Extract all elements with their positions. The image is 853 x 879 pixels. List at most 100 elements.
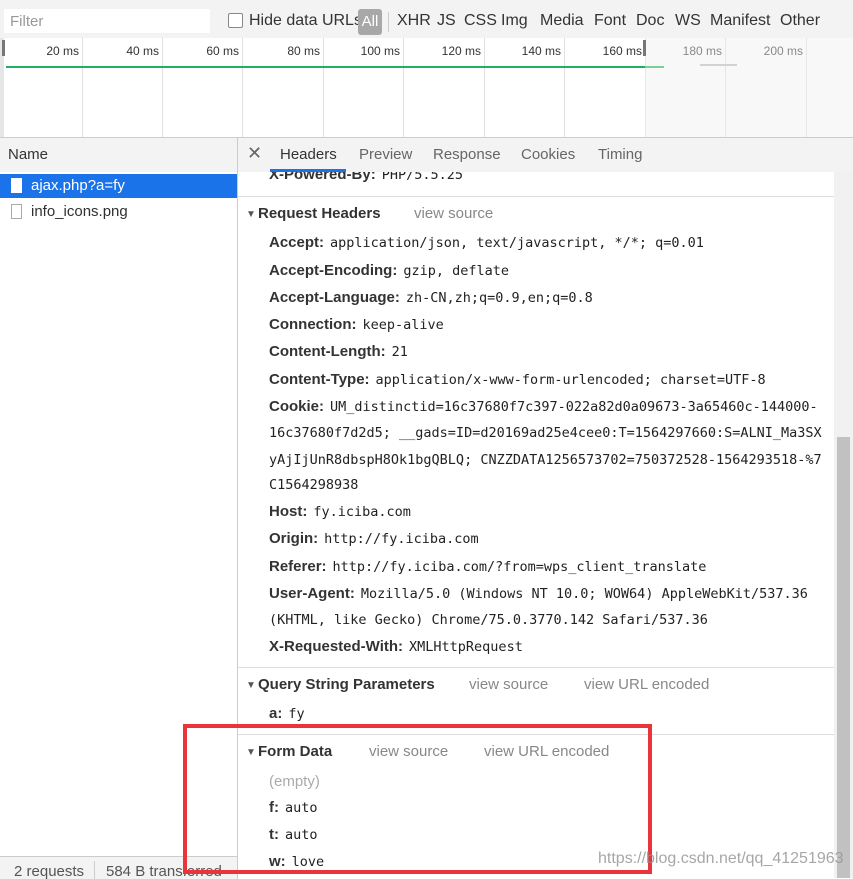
filter-manifest-button[interactable]: Manifest: [710, 12, 770, 30]
filter-doc-button[interactable]: Doc: [636, 12, 664, 30]
request-header-row: Accept-Language: zh-CN,zh;q=0.9,en;q=0.8: [269, 289, 593, 306]
user-agent-continuation: (KHTML, like Gecko) Chrome/75.0.3770.142…: [269, 612, 708, 628]
request-row-info-icons[interactable]: info_icons.png: [0, 200, 237, 224]
header-value: UM_distinctid=16c37680f7c397-022a82d0a09…: [330, 399, 818, 415]
timeline-unselected-region: [645, 38, 853, 137]
section-title: Request Headers: [258, 205, 381, 222]
tab-response[interactable]: Response: [433, 146, 501, 163]
filter-ws-button[interactable]: WS: [675, 12, 701, 30]
watermark: https://blog.csdn.net/qq_41251963: [598, 850, 844, 867]
header-value: XMLHttpRequest: [409, 639, 523, 655]
filter-media-button[interactable]: Media: [540, 12, 584, 30]
view-source-link[interactable]: view source: [469, 676, 548, 693]
header-key: User-Agent:: [269, 585, 355, 602]
timeline-right-handle[interactable]: [643, 40, 646, 56]
query-param-row: a: fy: [269, 705, 305, 722]
filter-css-button[interactable]: CSS: [464, 12, 497, 30]
scrollbar-thumb[interactable]: [837, 437, 850, 878]
timeline-tick-label: 100 ms: [360, 44, 400, 58]
header-value: PHP/5.5.25: [381, 172, 463, 183]
tab-timing[interactable]: Timing: [598, 146, 642, 163]
header-key: Cookie:: [269, 398, 325, 415]
toolbar-divider: [388, 12, 389, 32]
header-key: Content-Length:: [269, 343, 386, 360]
header-key: Accept-Language:: [269, 289, 400, 306]
timeline-gridline: [82, 38, 83, 137]
tab-headers[interactable]: Headers: [280, 146, 337, 163]
header-value: application/x-www-form-urlencoded; chars…: [375, 372, 766, 388]
request-header-row: Accept: application/json, text/javascript…: [269, 234, 704, 251]
timeline-gridline: [564, 38, 565, 137]
request-row-ajax[interactable]: ajax.php?a=fy: [0, 174, 237, 198]
header-value: gzip, deflate: [403, 263, 510, 279]
request-header-row: Origin: http://fy.iciba.com: [269, 530, 479, 547]
header-key: Accept:: [269, 234, 325, 251]
view-url-encoded-link[interactable]: view URL encoded: [584, 676, 709, 693]
hide-data-urls-label[interactable]: Hide data URLs: [249, 12, 362, 30]
timeline-tick-label: 40 ms: [126, 44, 159, 58]
timeline-request-bar: [6, 66, 664, 68]
filter-other-button[interactable]: Other: [780, 12, 820, 30]
param-value: fy: [288, 706, 305, 722]
timeline-tick-label: 80 ms: [287, 44, 320, 58]
request-header-row: Content-Type: application/x-www-form-urle…: [269, 371, 766, 388]
cookie-value-continuation: 16c37680f7d2d5; __gads=ID=d20169ad25e4ce…: [269, 425, 822, 441]
timeline-gridline: [403, 38, 404, 137]
requests-count: 2 requests: [14, 863, 85, 879]
header-key: Content-Type:: [269, 371, 370, 388]
filter-all-button[interactable]: All: [358, 9, 382, 35]
request-header-row: Host: fy.iciba.com: [269, 503, 411, 520]
request-name: ajax.php?a=fy: [31, 177, 125, 194]
close-icon[interactable]: ✕: [247, 143, 262, 164]
timeline-tick-label: 160 ms: [602, 44, 642, 58]
request-header-row: Connection: keep-alive: [269, 316, 444, 333]
header-value: zh-CN,zh;q=0.9,en;q=0.8: [405, 290, 593, 306]
filter-input[interactable]: [4, 9, 210, 33]
timeline-left-handle[interactable]: [2, 40, 5, 56]
tab-preview[interactable]: Preview: [359, 146, 412, 163]
timeline-gridline: [484, 38, 485, 137]
request-headers-section-header[interactable]: ▼ Request Headers view source: [238, 196, 834, 233]
param-key: a:: [269, 705, 283, 722]
filter-js-button[interactable]: JS: [437, 12, 456, 30]
collapse-triangle-icon[interactable]: ▼: [246, 680, 256, 691]
request-name: info_icons.png: [31, 203, 128, 220]
timeline-tick-label: 120 ms: [441, 44, 481, 58]
timeline-tick-label: 20 ms: [46, 44, 79, 58]
header-value: application/json, text/javascript, */*; …: [330, 235, 704, 251]
filter-img-button[interactable]: Img: [501, 12, 528, 30]
hide-data-urls-checkbox[interactable]: [228, 13, 243, 28]
response-header-row: X-Powered-By: PHP/5.5.25: [269, 172, 463, 183]
request-header-row: User-Agent: Mozilla/5.0 (Windows NT 10.0;…: [269, 585, 808, 602]
collapse-triangle-icon[interactable]: ▼: [246, 209, 256, 220]
request-header-row: Referer: http://fy.iciba.com/?from=wps_cl…: [269, 558, 706, 575]
request-header-row: X-Requested-With: XMLHttpRequest: [269, 638, 523, 655]
highlight-box: [183, 724, 652, 874]
detail-tab-bar: ✕ Headers Preview Response Cookies Timin…: [238, 138, 853, 173]
timeline-gridline: [323, 38, 324, 137]
header-value: fy.iciba.com: [313, 504, 411, 520]
file-icon: [11, 204, 22, 219]
view-source-link[interactable]: view source: [414, 205, 493, 222]
filter-font-button[interactable]: Font: [594, 12, 626, 30]
request-header-row: Content-Length: 21: [269, 343, 408, 360]
section-title: Query String Parameters: [258, 676, 435, 693]
header-key: X-Requested-With:: [269, 638, 404, 655]
name-column-header[interactable]: Name: [0, 138, 238, 173]
header-value: 21: [391, 344, 408, 360]
status-divider: [94, 861, 95, 879]
timeline-overview[interactable]: 20 ms 40 ms 60 ms 80 ms 100 ms 120 ms 14…: [0, 38, 853, 138]
query-string-section-header[interactable]: ▼ Query String Parameters view source vi…: [238, 667, 834, 696]
filter-toolbar: Hide data URLs All XHR JS CSS Img Media …: [0, 0, 853, 39]
timeline-gridline: [162, 38, 163, 137]
request-header-row: Cookie: UM_distinctid=16c37680f7c397-022a…: [269, 398, 818, 415]
header-value: Mozilla/5.0 (Windows NT 10.0; WOW64) App…: [360, 586, 808, 602]
timeline-tick-label: 140 ms: [521, 44, 561, 58]
header-key: Host:: [269, 503, 308, 520]
cookie-value-continuation: yAjIjUnR8dbspH8Ok1bgQBLQ; CNZZDATA125657…: [269, 452, 822, 468]
header-key: Connection:: [269, 316, 357, 333]
tab-cookies[interactable]: Cookies: [521, 146, 575, 163]
filter-xhr-button[interactable]: XHR: [397, 12, 431, 30]
header-key: Accept-Encoding:: [269, 262, 398, 279]
file-icon: [11, 178, 22, 193]
